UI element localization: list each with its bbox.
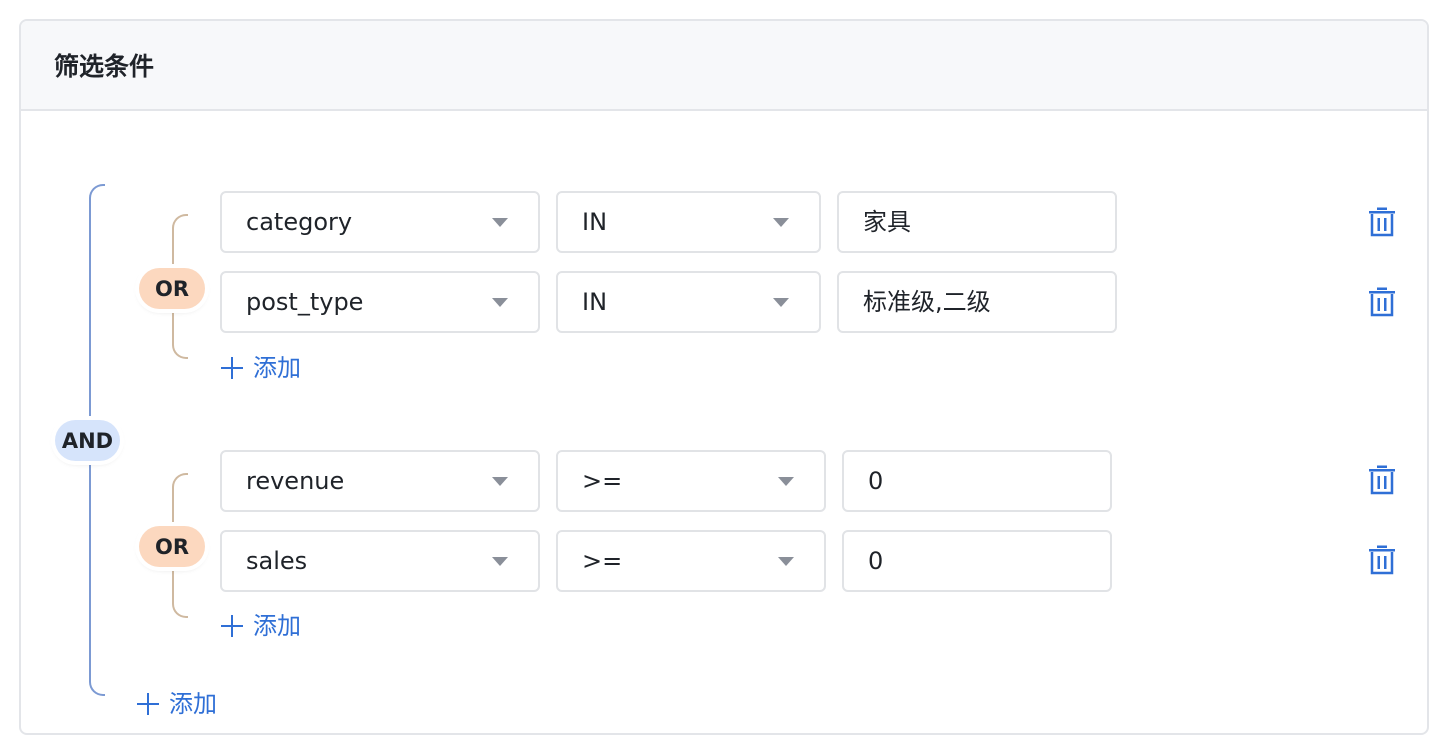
add-group-button[interactable]: 添加: [137, 689, 217, 719]
value-input-text: 0: [868, 547, 884, 575]
operator-select-value: >=: [582, 467, 623, 495]
field-select[interactable]: revenue: [220, 450, 540, 512]
add-condition-group-1-button[interactable]: 添加: [221, 353, 301, 383]
trash-icon[interactable]: [1368, 545, 1396, 575]
plus-icon: [137, 693, 159, 715]
trash-icon[interactable]: [1368, 207, 1396, 237]
caret-down-icon: [773, 218, 789, 227]
panel-header: 筛选条件: [21, 21, 1427, 111]
value-input[interactable]: 标准级,二级: [837, 271, 1117, 333]
value-input-text: 0: [868, 467, 884, 495]
caret-down-icon: [492, 477, 508, 486]
operator-select[interactable]: >=: [556, 530, 826, 592]
value-input[interactable]: 0: [842, 530, 1112, 592]
operator-select-value: IN: [582, 288, 608, 316]
caret-down-icon: [778, 477, 794, 486]
caret-down-icon: [778, 557, 794, 566]
trash-icon[interactable]: [1368, 465, 1396, 495]
or-operator-toggle-group-2[interactable]: OR: [139, 526, 205, 567]
caret-down-icon: [773, 298, 789, 307]
or-operator-toggle-group-1[interactable]: OR: [139, 268, 205, 309]
and-operator-toggle[interactable]: AND: [55, 420, 120, 461]
field-select[interactable]: post_type: [220, 271, 540, 333]
trash-icon[interactable]: [1368, 287, 1396, 317]
field-select[interactable]: category: [220, 191, 540, 253]
plus-icon: [221, 357, 243, 379]
caret-down-icon: [492, 557, 508, 566]
add-label: 添加: [169, 690, 217, 718]
value-input-text: 标准级,二级: [863, 288, 991, 316]
caret-down-icon: [492, 218, 508, 227]
add-label: 添加: [253, 612, 301, 640]
operator-select[interactable]: >=: [556, 450, 826, 512]
field-select-value: category: [246, 208, 353, 236]
operator-select[interactable]: IN: [556, 271, 821, 333]
plus-icon: [221, 615, 243, 637]
add-condition-group-2-button[interactable]: 添加: [221, 611, 301, 641]
field-select-value: post_type: [246, 288, 364, 316]
value-input[interactable]: 0: [842, 450, 1112, 512]
value-input[interactable]: 家具: [837, 191, 1117, 253]
operator-select[interactable]: IN: [556, 191, 821, 253]
value-input-text: 家具: [863, 208, 911, 236]
caret-down-icon: [492, 298, 508, 307]
field-select-value: sales: [246, 547, 308, 575]
operator-select-value: IN: [582, 208, 608, 236]
operator-select-value: >=: [582, 547, 623, 575]
field-select-value: revenue: [246, 467, 345, 495]
field-select[interactable]: sales: [220, 530, 540, 592]
add-label: 添加: [253, 354, 301, 382]
panel-title: 筛选条件: [54, 52, 155, 81]
